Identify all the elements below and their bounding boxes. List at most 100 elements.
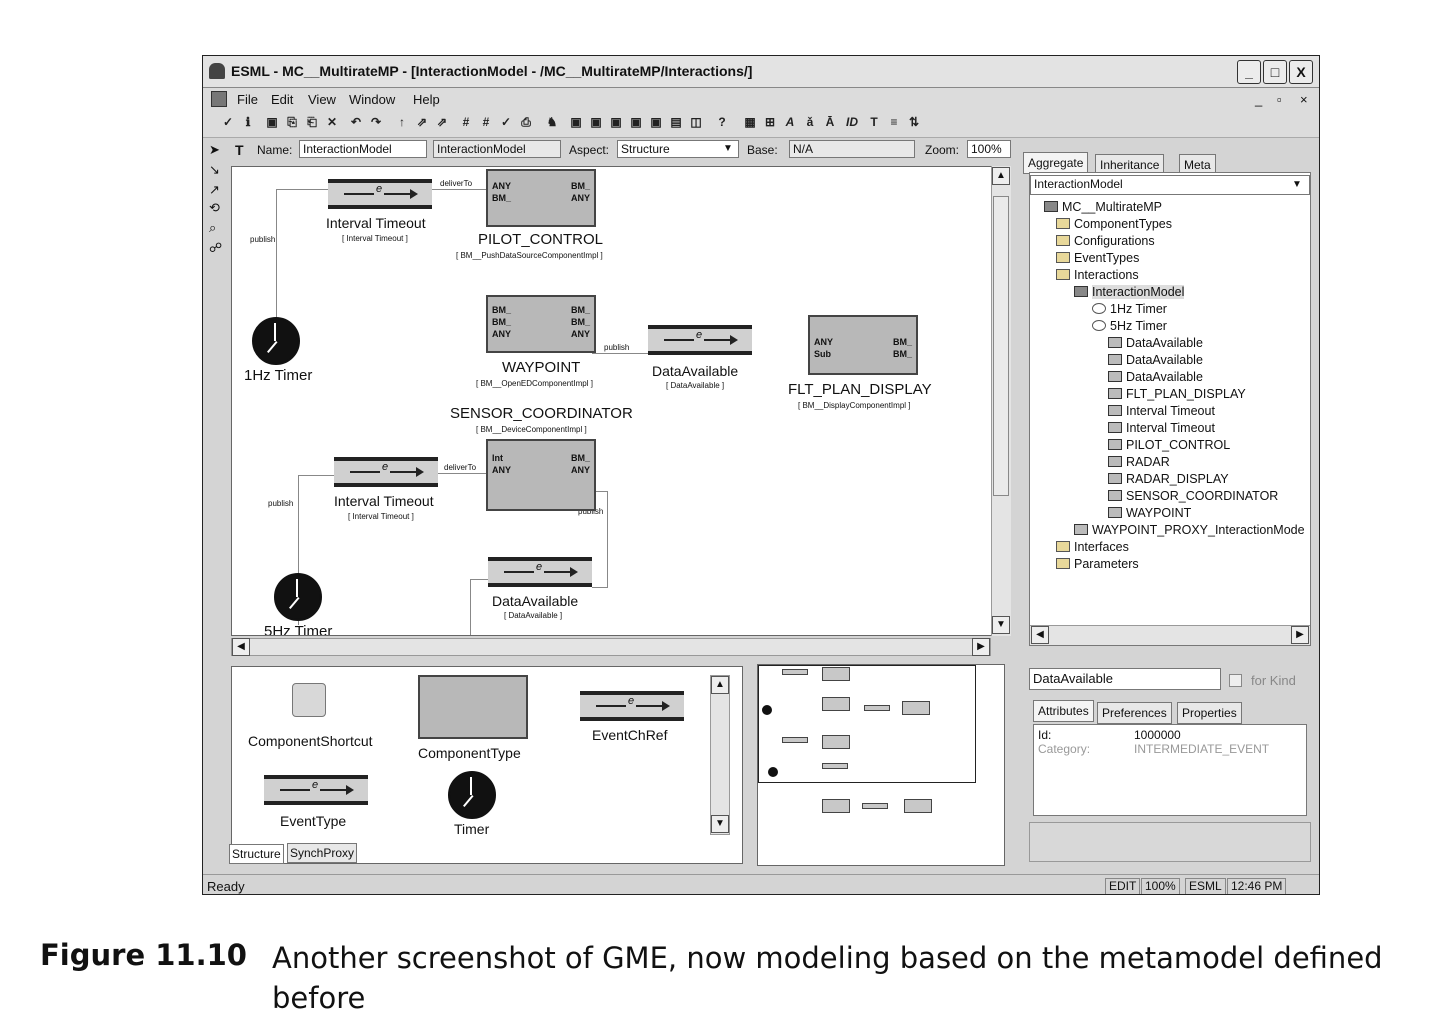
mdi-restore-button[interactable]: ▫ xyxy=(1277,92,1282,107)
tree-item-timer[interactable]: 1Hz Timer xyxy=(1092,301,1167,318)
tree-item-component[interactable]: SENSOR_COORDINATOR xyxy=(1108,488,1278,505)
port-label[interactable]: ANY xyxy=(571,465,590,475)
component-pilot-control[interactable]: ANY BM_ BM_ ANY xyxy=(486,169,596,227)
port-label[interactable]: BM_ xyxy=(492,193,511,203)
tree-item-folder[interactable]: EventTypes xyxy=(1056,250,1139,267)
close-button[interactable]: X xyxy=(1289,60,1313,84)
port-label[interactable]: BM_ xyxy=(492,305,511,315)
text-icon[interactable]: ǎ xyxy=(803,115,817,129)
mdi-minimize-button[interactable]: _ xyxy=(1255,92,1262,107)
port-label[interactable]: BM_ xyxy=(492,317,511,327)
panel7-icon[interactable]: ◫ xyxy=(689,115,703,129)
port-label[interactable]: ANY xyxy=(492,329,511,339)
port-label[interactable]: BM_ xyxy=(571,305,590,315)
scroll-up-button[interactable]: ▲ xyxy=(711,676,729,694)
tab-attributes[interactable]: Attributes xyxy=(1033,700,1094,722)
port-label[interactable]: BM_ xyxy=(893,349,912,359)
connection-line[interactable] xyxy=(470,579,471,635)
tab-structure[interactable]: Structure xyxy=(229,844,284,864)
zoom-field[interactable]: 100% xyxy=(967,140,1011,158)
zoom-icon[interactable]: ⌕ xyxy=(209,220,216,236)
timer-1hz-icon[interactable] xyxy=(252,317,300,365)
connection-line[interactable] xyxy=(276,189,328,190)
minimize-button[interactable]: _ xyxy=(1237,60,1261,84)
visualize-icon[interactable]: ☍ xyxy=(209,240,222,256)
attr-value[interactable]: 1000000 xyxy=(1134,728,1181,742)
disconnect-mode-icon[interactable]: ↗ xyxy=(209,182,220,198)
chevron-down-icon[interactable]: ▼ xyxy=(1292,179,1302,190)
panner-viewport[interactable] xyxy=(758,665,976,783)
scroll-left-button[interactable]: ◀ xyxy=(1031,626,1049,644)
event-interval-timeout[interactable]: e xyxy=(328,179,432,209)
menu-file[interactable]: File xyxy=(237,92,258,107)
undo-icon[interactable]: ↶ xyxy=(349,115,363,129)
tree-item-model[interactable]: WAYPOINT_PROXY_InteractionMode xyxy=(1074,522,1305,539)
event-ch-ref-icon[interactable]: e xyxy=(580,691,684,721)
connection-line[interactable] xyxy=(470,579,490,580)
event-interval-timeout[interactable]: e xyxy=(334,457,438,487)
menu-help[interactable]: Help xyxy=(413,92,440,107)
attr-icon[interactable]: Ā xyxy=(823,115,837,129)
tree-item-event[interactable]: Interval Timeout xyxy=(1108,403,1215,420)
check-icon[interactable]: ✓ xyxy=(221,115,235,129)
copy-icon[interactable]: ⎘ xyxy=(285,115,299,129)
tree-item-component[interactable]: WAYPOINT xyxy=(1108,505,1191,522)
tree-item-event[interactable]: DataAvailable xyxy=(1108,352,1203,369)
hash-icon[interactable]: # xyxy=(479,115,493,129)
port-label[interactable]: ANY xyxy=(492,181,511,191)
event-data-available[interactable]: e xyxy=(488,557,592,587)
tree-item-folder[interactable]: Interactions xyxy=(1056,267,1139,284)
maximize-button[interactable]: □ xyxy=(1263,60,1287,84)
save-icon[interactable]: ▣ xyxy=(265,115,279,129)
event-type-icon[interactable]: e xyxy=(264,775,368,805)
model-tree[interactable]: InteractionModel ▼ MC__MultirateMP Compo… xyxy=(1029,172,1311,646)
tree-item-folder[interactable]: Parameters xyxy=(1056,556,1139,573)
panel6-icon[interactable]: ▤ xyxy=(669,115,683,129)
font-icon[interactable]: A xyxy=(783,115,797,129)
event-data-available[interactable]: e xyxy=(648,325,752,355)
tree-item-component[interactable]: RADAR_DISPLAY xyxy=(1108,471,1229,488)
tree-item-component[interactable]: FLT_PLAN_DISPLAY xyxy=(1108,386,1246,403)
type-icon[interactable]: T xyxy=(867,115,881,129)
panner-overview[interactable] xyxy=(757,664,1005,866)
model-canvas[interactable]: deliverTo publish publish deliverTo publ… xyxy=(231,166,999,636)
scroll-left-button[interactable]: ◀ xyxy=(232,638,250,656)
sort-icon[interactable]: ⇅ xyxy=(907,115,921,129)
connection-line[interactable] xyxy=(607,491,608,587)
delete-icon[interactable]: ✕ xyxy=(325,115,339,129)
port-label[interactable]: Int xyxy=(492,453,503,463)
mdi-close-button[interactable]: × xyxy=(1300,92,1308,107)
menu-edit[interactable]: Edit xyxy=(271,92,293,107)
info-icon[interactable]: ℹ xyxy=(241,115,255,129)
check2-icon[interactable]: ✓ xyxy=(499,115,513,129)
port-label[interactable]: BM_ xyxy=(571,317,590,327)
tree-item-timer[interactable]: 5Hz Timer xyxy=(1092,318,1167,335)
menu-view[interactable]: View xyxy=(308,92,336,107)
scroll-down-button[interactable]: ▼ xyxy=(992,616,1010,634)
port-label[interactable]: ANY xyxy=(571,329,590,339)
tree-item-folder[interactable]: Configurations xyxy=(1056,233,1155,250)
tab-properties[interactable]: Properties xyxy=(1177,702,1242,724)
tree-item-component[interactable]: PILOT_CONTROL xyxy=(1108,437,1230,454)
tab-aggregate[interactable]: Aggregate xyxy=(1023,152,1089,174)
tab-preferences[interactable]: Preferences xyxy=(1097,702,1172,724)
tree-item-folder[interactable]: Interfaces xyxy=(1056,539,1129,556)
connection-line[interactable] xyxy=(430,189,486,190)
port-label[interactable]: ANY xyxy=(814,337,833,347)
port-label[interactable]: ANY xyxy=(571,193,590,203)
tree-icon[interactable]: ⊞ xyxy=(763,115,777,129)
chevron-down-icon[interactable]: ▼ xyxy=(723,143,733,154)
redo-icon[interactable]: ↷ xyxy=(369,115,383,129)
tree-item-model[interactable]: InteractionModel xyxy=(1074,284,1185,301)
port-label[interactable]: BM_ xyxy=(571,453,590,463)
list-icon[interactable]: ≡ xyxy=(887,115,901,129)
attr-value[interactable]: INTERMEDIATE_EVENT xyxy=(1134,742,1269,756)
connection-line[interactable] xyxy=(298,475,336,476)
panel2-icon[interactable]: ▣ xyxy=(589,115,603,129)
scroll-up-button[interactable]: ▲ xyxy=(992,167,1010,185)
tree-item-event[interactable]: Interval Timeout xyxy=(1108,420,1215,437)
component-shortcut-icon[interactable] xyxy=(292,683,326,717)
panel3-icon[interactable]: ▣ xyxy=(609,115,623,129)
port-label[interactable]: BM_ xyxy=(893,337,912,347)
tree-item-event[interactable]: DataAvailable xyxy=(1108,369,1203,386)
